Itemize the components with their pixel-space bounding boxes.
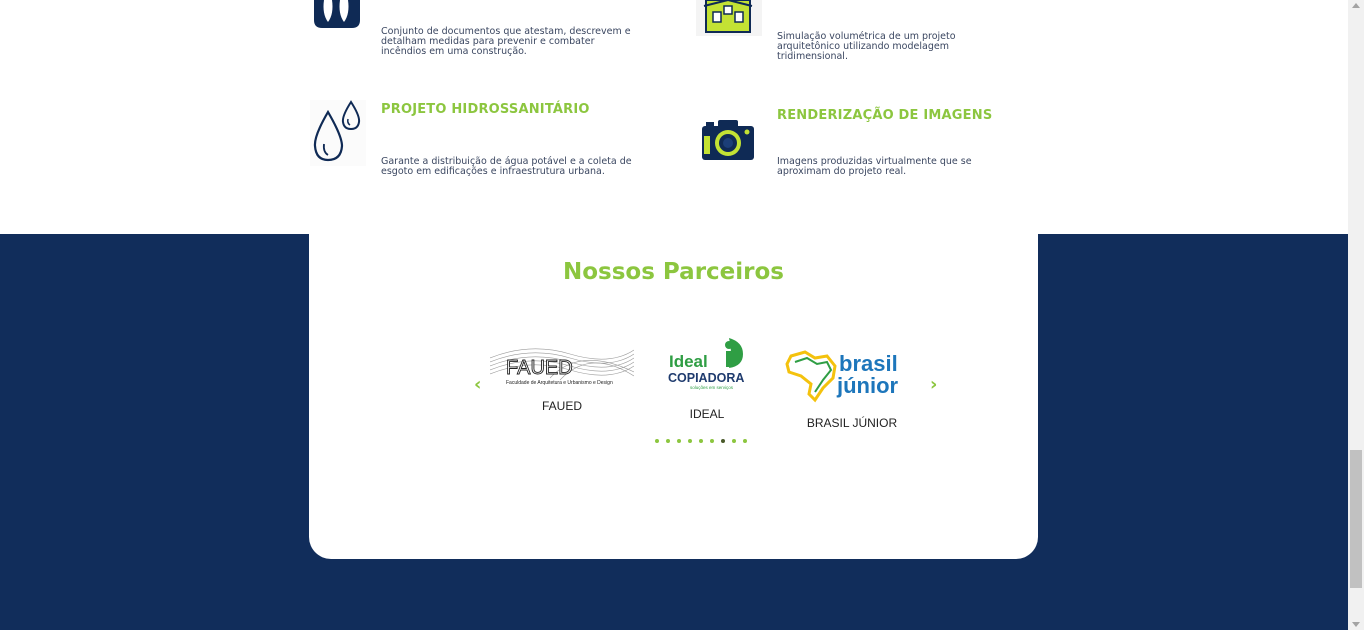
service-title: RENDERIZAÇÃO DE IMAGENS (777, 108, 993, 123)
carousel-prev-button[interactable]: ‹ (474, 376, 481, 394)
carousel-dots (655, 439, 747, 445)
camera-icon (700, 118, 756, 164)
carousel-dot[interactable] (688, 439, 692, 443)
junior-logo-text: júnior (836, 373, 899, 398)
carousel-next-button[interactable]: › (930, 376, 937, 394)
partners-card: Nossos Parceiros ‹ › FAUED Faculdade de … (309, 234, 1038, 559)
partner-name: IDEAL (689, 407, 725, 421)
service-title: PROJETO HIDROSSANITÁRIO (381, 102, 590, 117)
partner-name: FAUED (541, 399, 582, 413)
carousel-dot[interactable] (666, 439, 670, 443)
carousel-dot[interactable] (743, 439, 747, 443)
fire-drops-icon (310, 0, 364, 30)
scrollbar-thumb[interactable] (1350, 450, 1362, 588)
partner-ideal[interactable]: Ideal COPIADORA soluções em serviços IDE… (663, 336, 751, 426)
carousel-dot[interactable] (677, 439, 681, 443)
service-description: Imagens produzidas virtualmente que se a… (777, 156, 972, 177)
faued-logo-text: FAUED (506, 357, 573, 379)
services-section: Conjunto de documentos que atestam, desc… (0, 0, 1348, 234)
partner-brasil-junior[interactable]: brasil júnior BRASIL JÚNIOR (783, 348, 921, 434)
section-title: Nossos Parceiros (563, 259, 784, 285)
ideal-logo-subtext: soluções em serviços (690, 385, 734, 390)
service-description: Simulação volumétrica de um projeto arqu… (777, 31, 956, 62)
house-model-icon (696, 0, 762, 36)
carousel-dot[interactable] (699, 439, 703, 443)
scroll-up-arrow-icon[interactable] (1352, 3, 1360, 8)
page-scrollbar[interactable] (1348, 0, 1364, 630)
water-drops-icon (310, 100, 366, 166)
carousel-dot[interactable] (655, 439, 659, 443)
ideal-logo-text2: COPIADORA (668, 371, 744, 385)
carousel-dot[interactable] (721, 439, 725, 443)
faued-logo: FAUED Faculdade de Arquitetura e Urbanis… (490, 348, 634, 386)
brasil-junior-logo: brasil júnior (785, 350, 899, 403)
ideal-logo: Ideal COPIADORA soluções em serviços (668, 338, 744, 390)
carousel-dot[interactable] (710, 439, 714, 443)
scroll-down-arrow-icon[interactable] (1352, 622, 1360, 627)
ideal-logo-text: Ideal (669, 352, 708, 371)
service-description: Conjunto de documentos que atestam, desc… (381, 26, 631, 57)
faued-logo-subtext: Faculdade de Arquitetura e Urbanismo e D… (506, 380, 613, 386)
partner-name: BRASIL JÚNIOR (806, 416, 898, 430)
service-description: Garante a distribuição de água potável e… (381, 156, 632, 177)
carousel-dot[interactable] (732, 439, 736, 443)
partner-faued[interactable]: FAUED Faculdade de Arquitetura e Urbanis… (490, 338, 634, 418)
